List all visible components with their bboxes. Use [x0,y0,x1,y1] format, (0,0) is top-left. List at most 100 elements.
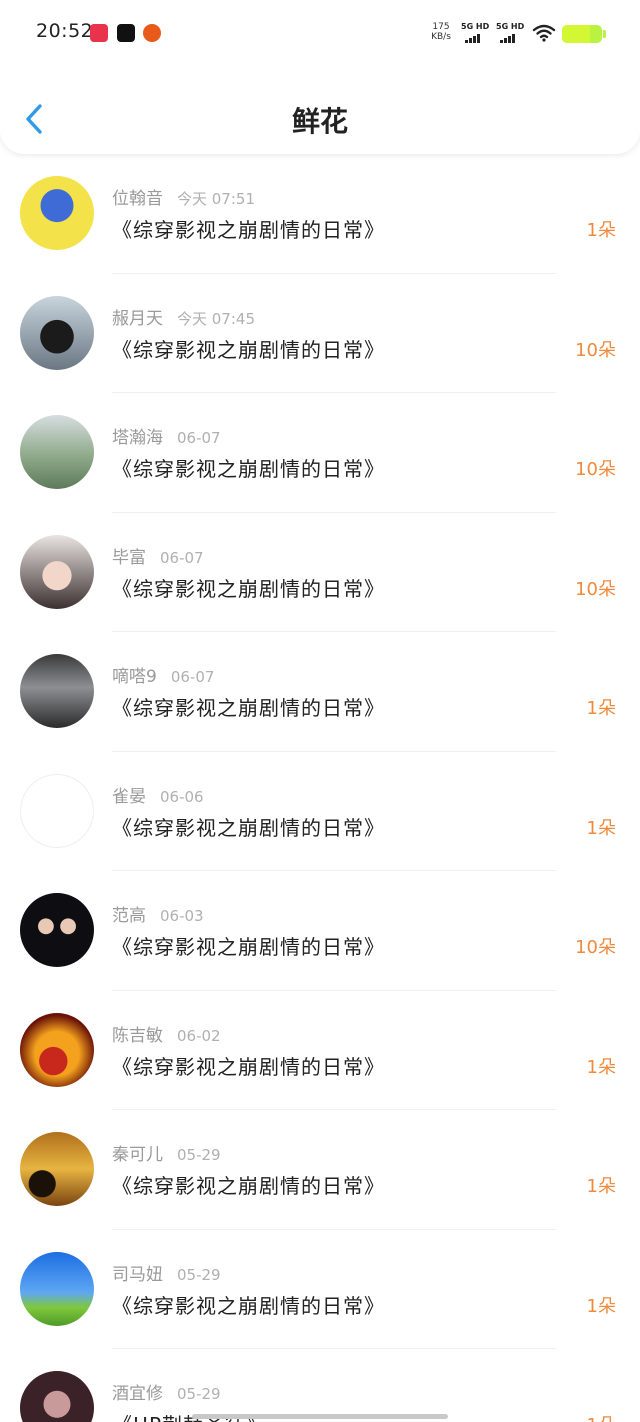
app-notification-icon [90,24,108,42]
gift-date: 06-07 [160,548,204,567]
gift-date: 06-06 [160,787,204,806]
list-item[interactable]: 陈吉敏 06-02 《综穿影视之崩剧情的日常》 1朵 [0,991,640,1110]
sender-name[interactable]: 雀晏 [112,787,146,807]
book-title[interactable]: 《综穿影视之崩剧情的日常》 [112,692,385,721]
list-item[interactable]: 嘀嗒9 06-07 《综穿影视之崩剧情的日常》 1朵 [0,632,640,752]
book-title[interactable]: 《综穿影视之崩剧情的日常》 [112,1290,385,1319]
avatar[interactable] [20,893,94,967]
book-title[interactable]: 《综穿影视之崩剧情的日常》 [112,334,385,363]
sender-name[interactable]: 秦可儿 [112,1145,163,1165]
home-indicator[interactable] [192,1414,448,1419]
flower-count: 10朵 [575,339,616,361]
list-item[interactable]: 位翰音 今天 07:51 《综穿影视之崩剧情的日常》 1朵 [0,154,640,274]
book-title[interactable]: 《综穿影视之崩剧情的日常》 [112,931,385,960]
gift-sender: 嘀嗒9 06-07 [112,662,214,687]
avatar[interactable] [20,295,94,370]
book-title[interactable]: 《综穿影视之崩剧情的日常》 [112,573,385,602]
list-item[interactable]: 秦可儿 05-29 《综穿影视之崩剧情的日常》 1朵 [0,1110,640,1230]
list-item[interactable]: 司马妞 05-29 《综穿影视之崩剧情的日常》 1朵 [0,1230,640,1349]
flower-count: 1朵 [586,1295,616,1317]
avatar[interactable] [20,654,94,728]
status-time: 20:52 [36,20,94,42]
status-bar: 20:52 175 KB/s 5G HD 5G HD [0,0,640,66]
flower-count: 10朵 [575,459,616,480]
signal-bars-icon [500,34,516,43]
avatar[interactable] [20,176,94,250]
list-item[interactable]: 毕富 06-07 《综穿影视之崩剧情的日常》 10朵 [0,513,640,632]
gift-sender: 司马妞 05-29 [112,1260,221,1285]
sender-name[interactable]: 司马妞 [112,1265,163,1285]
app-notification-icon [117,24,135,42]
avatar[interactable] [20,1012,94,1087]
network-speed-value: 175 [432,22,450,32]
gift-date: 06-07 [170,668,215,686]
sender-name[interactable]: 酒宜修 [112,1384,163,1404]
gift-sender: 范高 06-03 [112,901,204,926]
app-notification-icon [143,24,161,42]
sender-name[interactable]: 塔瀚海 [112,428,163,448]
avatar[interactable] [20,534,94,609]
signal-label: 5G HD [461,22,490,31]
page-title: 鲜花 [291,105,348,138]
list-item[interactable]: 雀晏 06-06 《综穿影视之崩剧情的日常》 1朵 [0,752,640,871]
book-title[interactable]: 《综穿影视之崩剧情的日常》 [112,812,385,841]
gift-date: 05-29 [177,1265,221,1284]
list-item[interactable]: 范高 06-03 《综穿影视之崩剧情的日常》 10朵 [0,871,640,991]
avatar[interactable] [20,415,94,489]
book-title[interactable]: 《综穿影视之崩剧情的日常》 [112,1051,385,1080]
flower-count: 1朵 [587,1411,616,1422]
sender-name[interactable]: 赧月天 [112,309,163,329]
gift-sender: 毕富 06-07 [112,543,204,568]
signal-bars-icon [465,34,481,43]
chevron-left-icon [26,104,42,134]
gift-sender: 雀晏 06-06 [112,782,204,807]
avatar[interactable] [20,1371,94,1422]
list-item[interactable]: 塔瀚海 06-07 《综穿影视之崩剧情的日常》 10朵 [0,393,640,513]
book-title[interactable]: 《综穿影视之崩剧情的日常》 [112,453,385,482]
gift-list: 位翰音 今天 07:51 《综穿影视之崩剧情的日常》 1朵 赧月天 今天 07:45 《综穿… [0,154,640,1422]
battery-tip [603,30,606,38]
battery-icon [562,25,602,43]
sender-name[interactable]: 陈吉敏 [112,1026,163,1046]
sender-name[interactable]: 范高 [112,906,146,926]
flower-count: 1朵 [586,220,616,241]
gift-sender: 塔瀚海 06-07 [112,423,221,448]
gift-date: 06-03 [160,907,204,925]
avatar[interactable] [20,773,94,848]
gift-sender: 酒宜修 05-29 [112,1379,221,1404]
network-speed: 175 KB/s [428,22,454,42]
gift-sender: 陈吉敏 06-02 [112,1021,221,1046]
gift-date: 今天 07:51 [177,190,255,208]
gift-sender: 位翰音 今天 07:51 [112,184,255,209]
signal-label: 5G HD [496,22,525,31]
network-speed-unit: KB/s [431,32,451,42]
gift-sender: 秦可儿 05-29 [112,1140,221,1165]
screen: 20:52 175 KB/s 5G HD 5G HD 鲜花 位翰音 今天 07:… [0,0,640,1422]
battery-fill [562,25,590,43]
book-title[interactable]: 《综穿影视之崩剧情的日常》 [112,214,385,243]
book-title[interactable]: 《综穿影视之崩剧情的日常》 [112,1170,385,1199]
sender-name[interactable]: 嘀嗒9 [112,667,157,687]
flower-count: 10朵 [575,937,616,958]
gift-date: 今天 07:45 [177,309,255,328]
flower-count: 1朵 [586,698,616,719]
signal-indicator: 5G HD [496,22,528,46]
gift-date: 06-02 [177,1026,221,1045]
avatar[interactable] [20,1251,94,1326]
sender-name[interactable]: 毕富 [112,548,146,568]
list-item[interactable]: 酒宜修05-29《HP荆棘圣徒》1朵 [0,1349,640,1422]
gift-sender: 赧月天 今天 07:45 [112,304,255,329]
list-item[interactable]: 赧月天 今天 07:45 《综穿影视之崩剧情的日常》 10朵 [0,274,640,393]
flower-count: 1朵 [586,1056,616,1078]
back-button[interactable] [18,100,52,138]
wifi-icon [532,24,556,42]
sender-name[interactable]: 位翰音 [112,189,163,209]
gift-date: 06-07 [177,429,221,447]
gift-date: 05-29 [177,1146,221,1164]
avatar[interactable] [20,1132,94,1206]
flower-count: 1朵 [586,1176,616,1197]
gift-date: 05-29 [177,1385,221,1403]
flower-count: 10朵 [575,578,616,600]
flower-count: 1朵 [586,817,616,839]
signal-indicator: 5G HD [461,22,493,46]
